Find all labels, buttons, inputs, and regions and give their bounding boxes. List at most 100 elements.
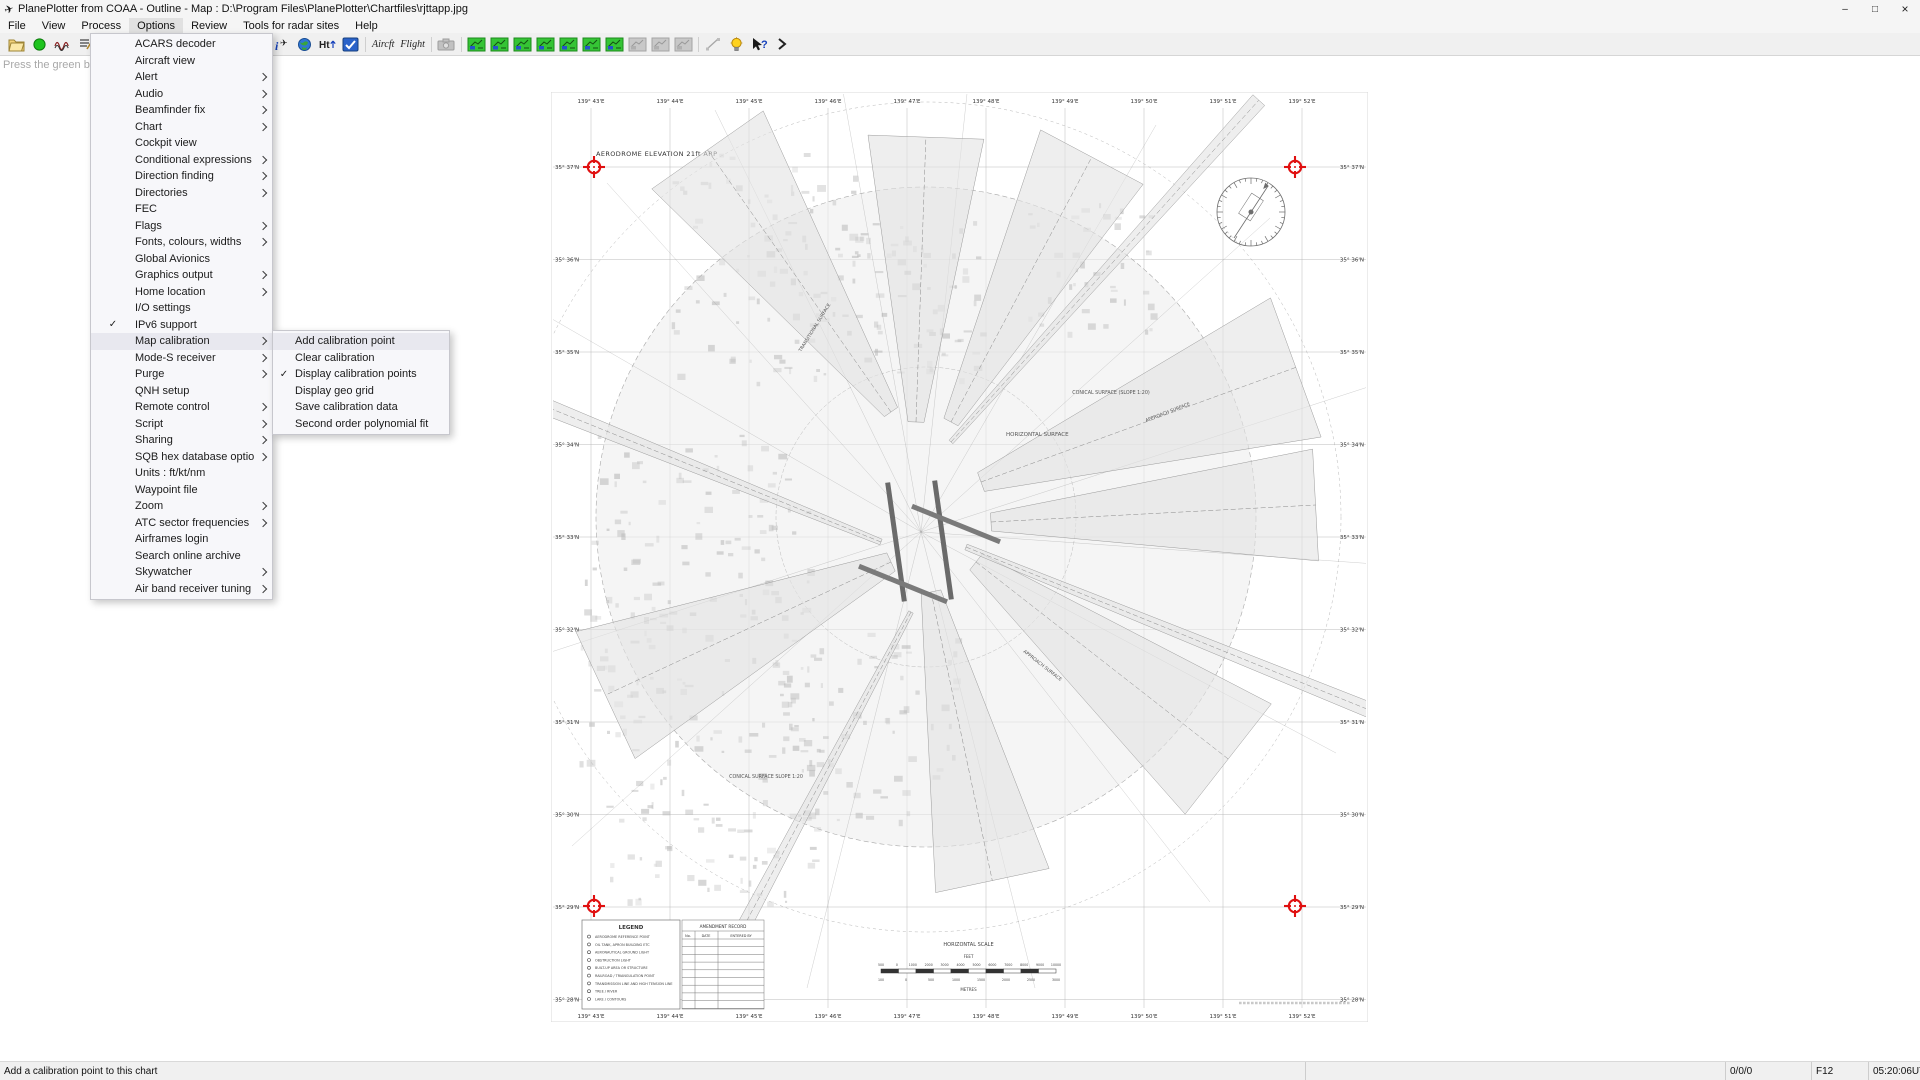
open-chart-button[interactable] [5,35,28,54]
options-menu-item-directories[interactable]: Directories [91,185,272,202]
submenu-arrow-icon [254,173,272,179]
menu-item-label: Sharing [135,434,254,446]
options-menu-item-i-o-settings[interactable]: I/O settings [91,300,272,317]
options-menu-item-sqb-hex-database-options[interactable]: SQB hex database options [91,449,272,466]
context-help-button[interactable]: ? [748,35,771,54]
options-menu-item-alert[interactable]: Alert [91,69,272,86]
options-menu-item-graphics-output[interactable]: Graphics output [91,267,272,284]
map-area[interactable]: Press the green b 139° 43'E139° 43'E139°… [0,56,1920,1062]
options-menu-item-waypoint-file[interactable]: Waypoint file [91,482,272,499]
svg-text:35° 29'N: 35° 29'N [555,905,579,911]
mapcal-item-second-order-polynomial-fit[interactable]: Second order polynomial fit [273,416,449,433]
options-menu-item-global-avionics[interactable]: Global Avionics [91,251,272,268]
submenu-arrow-icon [254,569,272,575]
options-menu-item-fec[interactable]: FEC [91,201,272,218]
svg-text:7000: 7000 [1004,963,1012,967]
svg-text:35° 33'N: 35° 33'N [555,535,579,541]
menubar-item-file[interactable]: File [0,18,34,33]
options-menu-item-atc-sector-frequencies[interactable]: ATC sector frequencies [91,515,272,532]
menubar-item-view[interactable]: View [34,18,74,33]
flight-table-button[interactable]: Flight [397,35,427,54]
mapcal-item-display-calibration-points[interactable]: ✓Display calibration points [273,366,449,383]
options-menu-item-purge[interactable]: Purge [91,366,272,383]
menubar-item-options[interactable]: Options [129,18,183,33]
menubar-item-help[interactable]: Help [347,18,386,33]
status-message: Add a calibration point to this chart [0,1062,1306,1080]
options-menu-item-fonts-colours-widths[interactable]: Fonts, colours, widths [91,234,272,251]
options-menu-item-conditional-expressions[interactable]: Conditional expressions [91,152,272,169]
options-menu-item-aircraft-view[interactable]: Aircraft view [91,53,272,70]
signal-display-button[interactable] [51,35,74,54]
submenu-arrow-icon [254,239,272,245]
svg-text:OIL TANK, APRON BUILDING ETC: OIL TANK, APRON BUILDING ETC [595,943,650,947]
svg-text:139° 46'E: 139° 46'E [815,1014,843,1020]
google-earth-button[interactable] [293,35,316,54]
chart-preset-3-button[interactable] [511,35,534,54]
aircraft-table-button[interactable]: Aircft [369,35,397,54]
svg-text:35° 30'N: 35° 30'N [1340,813,1364,819]
chart-preset-4-button[interactable] [534,35,557,54]
options-menu-item-sharing[interactable]: Sharing [91,432,272,449]
options-menu-item-units-ft-kt-nm[interactable]: Units : ft/kt/nm [91,465,272,482]
options-menu-item-beamfinder-fix[interactable]: Beamfinder fix [91,102,272,119]
options-menu-item-audio[interactable]: Audio [91,86,272,103]
mapcal-item-display-geo-grid[interactable]: Display geo grid [273,383,449,400]
screenshot-button [435,35,458,54]
options-menu-item-script[interactable]: Script [91,416,272,433]
menu-item-label: Display calibration points [295,368,431,380]
options-menu-item-map-calibration[interactable]: Map calibration [91,333,272,350]
menu-item-label: Air band receiver tuning [135,583,254,595]
options-menu-item-cockpit-view[interactable]: Cockpit view [91,135,272,152]
options-menu-item-flags[interactable]: Flags [91,218,272,235]
svg-text:139° 48'E: 139° 48'E [973,1014,1001,1020]
svg-text:35° 35'N: 35° 35'N [555,350,579,356]
menubar-item-tools-for-radar-sites[interactable]: Tools for radar sites [235,18,347,33]
options-menu-item-home-location[interactable]: Home location [91,284,272,301]
options-menu-item-zoom[interactable]: Zoom [91,498,272,515]
menu-item-label: IPv6 support [135,319,254,331]
options-menu-item-airframes-login[interactable]: Airframes login [91,531,272,548]
menubar-item-review[interactable]: Review [183,18,235,33]
mapcal-item-clear-calibration[interactable]: Clear calibration [273,350,449,367]
close-button[interactable]: × [1890,0,1920,18]
menu-item-label: Purge [135,368,254,380]
maximize-button[interactable]: □ [1860,0,1890,18]
svg-text:AERONAUTICAL GROUND LIGHT: AERONAUTICAL GROUND LIGHT [595,951,650,955]
options-menu-item-air-band-receiver-tuning[interactable]: Air band receiver tuning [91,581,272,598]
chart-preset-2-button[interactable] [488,35,511,54]
mapcal-item-add-calibration-point[interactable]: Add calibration point [273,333,449,350]
svg-text:DATE: DATE [702,934,711,938]
menu-item-label: ACARS decoder [135,38,254,50]
chart-preset-7-button[interactable] [603,35,626,54]
chart-preset-6-button[interactable] [580,35,603,54]
tip-of-day-button[interactable] [725,35,748,54]
options-menu-item-chart[interactable]: Chart [91,119,272,136]
svg-text:139° 45'E: 139° 45'E [736,1014,764,1020]
start-processing-button[interactable] [28,35,51,54]
svg-text:35° 31'N: 35° 31'N [555,720,579,726]
measure-tool-button [702,35,725,54]
chart-preset-5-button[interactable] [557,35,580,54]
svg-text:35° 36'N: 35° 36'N [1340,258,1364,264]
mapcal-item-save-calibration-data[interactable]: Save calibration data [273,399,449,416]
options-menu-item-qnh-setup[interactable]: QNH setup [91,383,272,400]
options-menu-item-ipv6-support[interactable]: ✓IPv6 support [91,317,272,334]
options-menu-item-mode-s-receiver[interactable]: Mode-S receiver [91,350,272,367]
menubar-item-process[interactable]: Process [73,18,129,33]
submenu-arrow-icon [254,91,272,97]
options-menu-item-skywatcher[interactable]: Skywatcher [91,564,272,581]
minimize-button[interactable]: – [1830,0,1860,18]
svg-text:139° 43'E: 139° 43'E [578,99,606,105]
svg-text:139° 51'E: 139° 51'E [1210,99,1238,105]
options-menu-item-acars-decoder[interactable]: ACARS decoder [91,36,272,53]
options-menu-item-direction-finding[interactable]: Direction finding [91,168,272,185]
chart-view-toggle[interactable] [339,35,362,54]
options-menu-item-search-online-archive[interactable]: Search online archive [91,548,272,565]
submenu-arrow-icon [254,289,272,295]
altitude-labels-button[interactable]: Ht [316,35,339,54]
more-tools-button[interactable] [771,35,794,54]
options-menu-item-remote-control[interactable]: Remote control [91,399,272,416]
chart-image[interactable]: 139° 43'E139° 43'E139° 44'E139° 44'E139°… [551,92,1368,1022]
aircraft-info-button[interactable]: i✈ [270,35,293,54]
chart-preset-1-button[interactable] [465,35,488,54]
